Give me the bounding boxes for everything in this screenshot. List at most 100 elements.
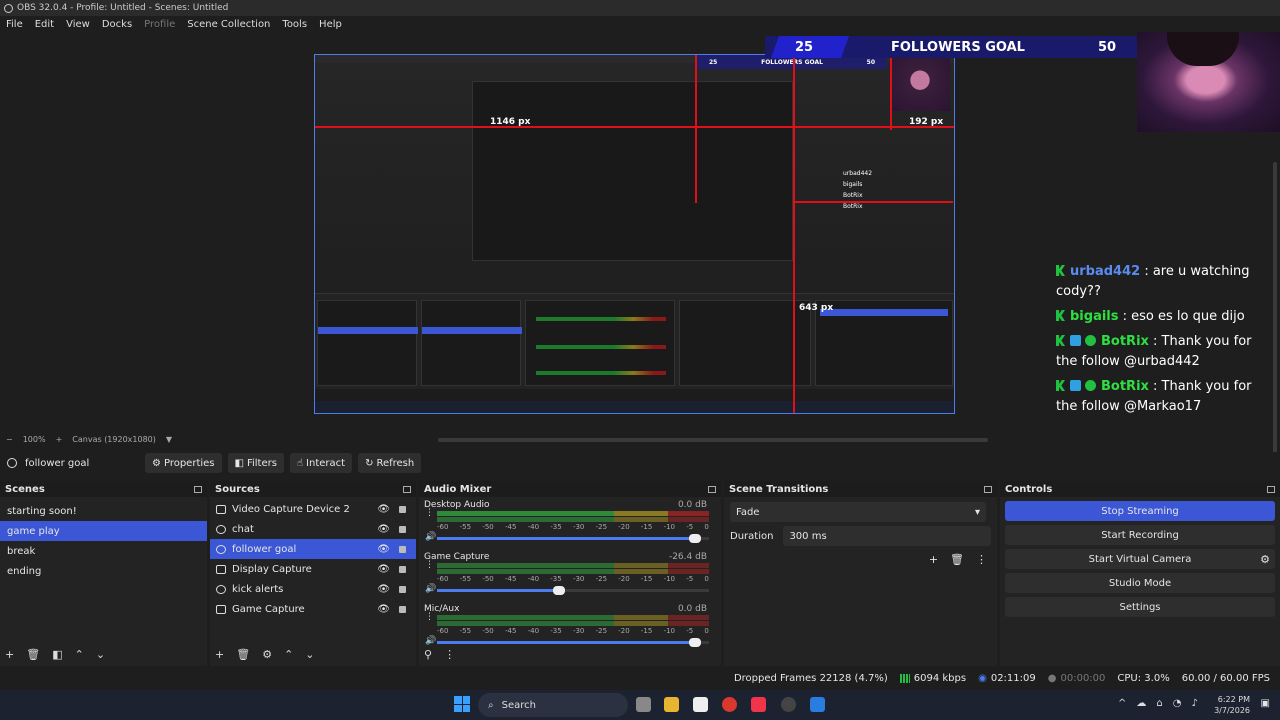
- volume-slider[interactable]: [437, 534, 709, 543]
- remove-transition-icon[interactable]: 🗑: [950, 553, 964, 566]
- start-recording-button[interactable]: Start Recording: [1005, 525, 1275, 545]
- more-options-icon[interactable]: ⋮: [976, 553, 987, 566]
- move-up-icon[interactable]: ⌃: [284, 648, 293, 661]
- undock-icon[interactable]: [984, 485, 992, 493]
- scene-item[interactable]: starting soon!: [0, 501, 207, 521]
- source-item[interactable]: kick alerts 👁: [210, 579, 416, 599]
- chevron-down-icon[interactable]: ▼: [166, 435, 172, 444]
- transition-select[interactable]: Fade ▾: [730, 502, 986, 522]
- scene-item[interactable]: ending: [0, 561, 207, 581]
- canvas-preview[interactable]: 25 FOLLOWERS GOAL 50 urbad442 bigails Bo…: [314, 54, 955, 414]
- obs-icon[interactable]: [781, 697, 796, 712]
- store-icon[interactable]: [693, 697, 708, 712]
- duration-spinbox[interactable]: 300 ms: [783, 526, 991, 546]
- menu-edit[interactable]: Edit: [35, 19, 54, 30]
- add-transition-icon[interactable]: +: [929, 553, 938, 566]
- lock-icon[interactable]: [399, 545, 406, 553]
- scene-filters-icon[interactable]: ◧: [52, 648, 62, 661]
- volume-icon[interactable]: ♪: [1191, 698, 1197, 709]
- menu-docks[interactable]: Docks: [102, 19, 132, 30]
- more-options-icon[interactable]: ⋮: [425, 508, 434, 518]
- preview-area[interactable]: 25 FOLLOWERS GOAL 50 urbad442 bigails Bo…: [0, 32, 1280, 462]
- remove-scene-icon[interactable]: 🗑: [26, 648, 40, 661]
- scene-item[interactable]: break: [0, 541, 207, 561]
- speaker-icon[interactable]: 🔊: [425, 532, 436, 542]
- refresh-button[interactable]: ↻ Refresh: [358, 453, 422, 473]
- network-icon[interactable]: ⌂: [1156, 698, 1162, 709]
- wifi-icon[interactable]: ◔: [1173, 698, 1182, 709]
- volume-slider-knob[interactable]: [553, 586, 566, 595]
- more-options-icon[interactable]: ⋮: [444, 648, 455, 661]
- filters-button[interactable]: ◧ Filters: [227, 453, 284, 473]
- file-explorer-icon[interactable]: [664, 697, 679, 712]
- remove-source-icon[interactable]: 🗑: [236, 648, 250, 661]
- zoom-in-icon[interactable]: +: [56, 435, 63, 444]
- taskbar-search[interactable]: ⌕ Search: [478, 693, 628, 717]
- menu-help[interactable]: Help: [319, 19, 342, 30]
- lock-icon[interactable]: [399, 585, 406, 593]
- menu-file[interactable]: File: [6, 19, 23, 30]
- lock-icon[interactable]: [399, 565, 406, 573]
- stop-streaming-button[interactable]: Stop Streaming: [1005, 501, 1275, 521]
- meter-tick: -60: [437, 627, 449, 635]
- menu-profile[interactable]: Profile: [144, 19, 175, 30]
- more-options-icon[interactable]: ⋮: [425, 560, 434, 570]
- chevron-up-icon[interactable]: ^: [1118, 698, 1126, 709]
- source-item[interactable]: chat 👁: [210, 519, 416, 539]
- add-scene-icon[interactable]: +: [5, 648, 14, 661]
- volume-slider[interactable]: [437, 586, 709, 595]
- lock-icon[interactable]: [399, 605, 406, 613]
- app-icon[interactable]: [810, 697, 825, 712]
- move-down-icon[interactable]: ⌄: [96, 648, 105, 661]
- menu-tools[interactable]: Tools: [282, 19, 307, 30]
- interact-button[interactable]: ☝ Interact: [289, 453, 353, 473]
- menu-view[interactable]: View: [66, 19, 90, 30]
- volume-slider-knob[interactable]: [689, 638, 702, 647]
- lock-icon[interactable]: [399, 505, 406, 513]
- volume-slider-knob[interactable]: [689, 534, 702, 543]
- cloud-icon[interactable]: ☁: [1136, 698, 1146, 709]
- source-item[interactable]: follower goal 👁: [210, 539, 416, 559]
- eye-icon[interactable]: 👁: [377, 544, 390, 555]
- system-tray[interactable]: ^ ☁ ⌂ ◔ ♪: [1118, 698, 1198, 709]
- clock[interactable]: 6:22 PM 3/7/2026: [1214, 694, 1250, 716]
- source-item[interactable]: Video Capture Device 2 👁: [210, 499, 416, 519]
- eye-icon[interactable]: 👁: [377, 584, 390, 595]
- eye-icon[interactable]: 👁: [377, 524, 390, 535]
- settings-button[interactable]: Settings: [1005, 597, 1275, 617]
- properties-button[interactable]: ⚙ Properties: [145, 453, 222, 473]
- undock-icon[interactable]: [194, 485, 202, 493]
- undock-icon[interactable]: [708, 485, 716, 493]
- move-down-icon[interactable]: ⌄: [305, 648, 314, 661]
- undock-icon[interactable]: [403, 485, 411, 493]
- source-item[interactable]: Display Capture 👁: [210, 559, 416, 579]
- music-icon[interactable]: [751, 697, 766, 712]
- add-source-icon[interactable]: +: [215, 648, 224, 661]
- speaker-icon[interactable]: 🔊: [425, 584, 436, 594]
- lock-icon[interactable]: [399, 525, 406, 533]
- preview-horizontal-scrollbar[interactable]: [438, 438, 988, 442]
- more-options-icon[interactable]: ⋮: [425, 612, 434, 622]
- undock-icon[interactable]: [1267, 485, 1275, 493]
- zoom-out-icon[interactable]: −: [6, 435, 13, 444]
- eye-icon[interactable]: 👁: [377, 604, 390, 615]
- gear-icon[interactable]: ⚙: [1260, 553, 1270, 566]
- canvas-selector[interactable]: Canvas (1920x1080): [72, 435, 156, 444]
- source-item[interactable]: Game Capture 👁: [210, 599, 416, 619]
- menu-scene-collection[interactable]: Scene Collection: [187, 19, 270, 30]
- eye-icon[interactable]: 👁: [377, 564, 390, 575]
- start-icon[interactable]: [454, 696, 470, 712]
- notification-icon[interactable]: ▣: [1261, 698, 1270, 709]
- volume-slider[interactable]: [437, 638, 709, 647]
- studio-mode-button[interactable]: Studio Mode: [1005, 573, 1275, 593]
- start-virtual-camera-button[interactable]: Start Virtual Camera ⚙: [1005, 549, 1275, 569]
- move-up-icon[interactable]: ⌃: [75, 648, 84, 661]
- source-properties-icon[interactable]: ⚙: [262, 648, 272, 661]
- scene-item[interactable]: game play: [0, 521, 207, 541]
- preview-vertical-scrollbar[interactable]: [1273, 162, 1277, 462]
- speaker-icon[interactable]: 🔊: [425, 636, 436, 646]
- mixer-link-icon[interactable]: ⚲: [424, 648, 432, 661]
- task-view-icon[interactable]: [636, 697, 651, 712]
- eye-icon[interactable]: 👁: [377, 504, 390, 515]
- chrome-icon[interactable]: [722, 697, 737, 712]
